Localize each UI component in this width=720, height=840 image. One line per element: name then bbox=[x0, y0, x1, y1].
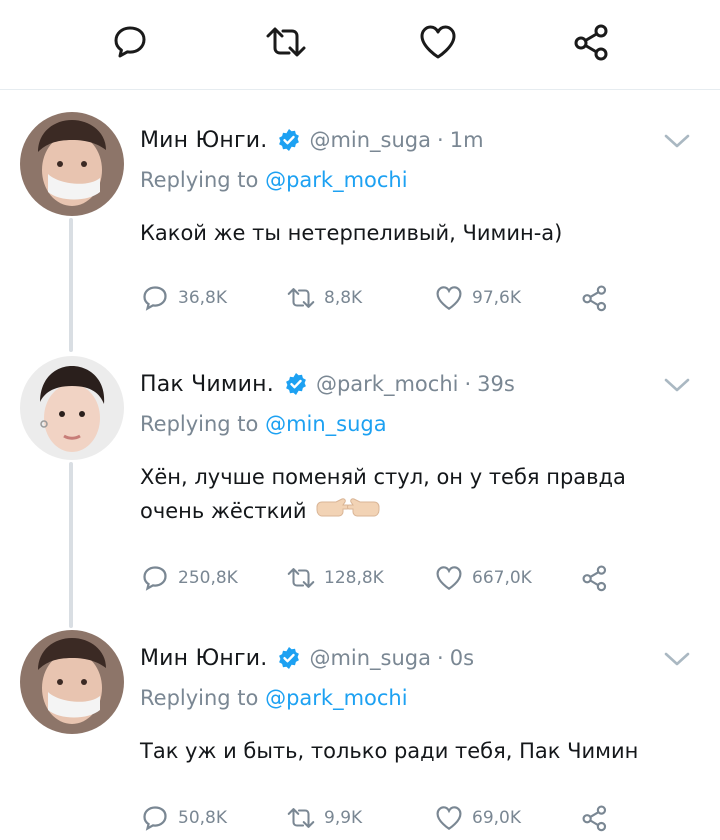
share-icon bbox=[580, 563, 610, 593]
replying-to-link[interactable]: @min_suga bbox=[265, 412, 387, 436]
reply-action[interactable]: 250,8K bbox=[140, 560, 238, 596]
timestamp[interactable]: 0s bbox=[450, 646, 474, 670]
share-icon bbox=[580, 803, 610, 833]
focused-tweet-actions bbox=[0, 0, 720, 90]
tweet-actions: 250,8K 128,8K 667,0K bbox=[140, 560, 640, 596]
retweet-action[interactable]: 128,8K bbox=[286, 560, 384, 596]
replying-to-link[interactable]: @park_mochi bbox=[265, 686, 408, 710]
verified-badge-icon bbox=[277, 128, 301, 152]
retweet-action[interactable]: 9,9K bbox=[286, 800, 362, 836]
reply-count: 50,8K bbox=[178, 808, 227, 828]
separator-dot: · bbox=[437, 646, 444, 670]
retweet-icon bbox=[286, 283, 316, 313]
like-icon bbox=[434, 283, 464, 313]
retweet-count: 128,8K bbox=[324, 568, 384, 588]
display-name[interactable]: Пак Чимин. bbox=[140, 372, 274, 397]
separator-dot: · bbox=[437, 128, 444, 152]
chevron-down-icon[interactable] bbox=[662, 126, 692, 156]
retweet-icon[interactable] bbox=[262, 18, 310, 66]
tweet-text: Так уж и быть, только ради тебя, Пак Чим… bbox=[140, 739, 639, 763]
share-action[interactable] bbox=[580, 280, 618, 316]
handle[interactable]: @min_suga bbox=[309, 128, 431, 152]
timestamp[interactable]: 1m bbox=[450, 128, 484, 152]
share-icon bbox=[580, 283, 610, 313]
reply-count: 250,8K bbox=[178, 568, 238, 588]
replying-to-label: Replying to bbox=[140, 686, 266, 710]
share-icon[interactable] bbox=[568, 18, 616, 66]
share-action[interactable] bbox=[580, 800, 618, 836]
handle[interactable]: @min_suga bbox=[309, 646, 431, 670]
avatar[interactable] bbox=[20, 630, 124, 734]
timestamp[interactable]: 39s bbox=[477, 372, 515, 396]
tweet-actions: 50,8K 9,9K 69,0K bbox=[140, 800, 640, 836]
avatar[interactable] bbox=[20, 112, 124, 216]
tweet-header: Мин Юнги. @min_suga · 0s bbox=[140, 640, 474, 676]
share-action[interactable] bbox=[580, 560, 618, 596]
replying-to-label: Replying to bbox=[140, 168, 266, 192]
handle[interactable]: @park_mochi bbox=[316, 372, 459, 396]
avatar[interactable] bbox=[20, 356, 124, 460]
retweet-icon bbox=[286, 803, 316, 833]
display-name[interactable]: Мин Юнги. bbox=[140, 646, 267, 671]
reply-count: 36,8K bbox=[178, 288, 227, 308]
replying-to-link[interactable]: @park_mochi bbox=[265, 168, 408, 192]
replying-to-label: Replying to bbox=[140, 412, 266, 436]
tweet[interactable]: Мин Юнги. @min_suga · 1m Replying to @pa… bbox=[0, 112, 720, 342]
tweet[interactable]: Мин Юнги. @min_suga · 0s Replying to @pa… bbox=[0, 630, 720, 840]
chevron-down-icon[interactable] bbox=[662, 370, 692, 400]
reply-icon bbox=[140, 803, 170, 833]
tweet-actions: 36,8K 8,8K 97,6K bbox=[140, 280, 640, 316]
like-icon bbox=[434, 803, 464, 833]
like-action[interactable]: 97,6K bbox=[434, 280, 521, 316]
reply-icon bbox=[140, 563, 170, 593]
tweet-text: Хён, лучше поменяй стул, он у тебя правд… bbox=[140, 460, 680, 529]
verified-badge-icon bbox=[284, 372, 308, 396]
separator-dot: · bbox=[464, 372, 472, 396]
replying-to: Replying to @park_mochi bbox=[140, 168, 408, 192]
display-name[interactable]: Мин Юнги. bbox=[140, 128, 267, 153]
tweet-text-content: Хён, лучше поменяй стул, он у тебя правд… bbox=[140, 465, 626, 523]
like-icon bbox=[434, 563, 464, 593]
like-action[interactable]: 667,0K bbox=[434, 560, 532, 596]
pointing-hands-emoji bbox=[315, 495, 381, 529]
chevron-down-icon[interactable] bbox=[662, 644, 692, 674]
tweet[interactable]: Пак Чимин. @park_mochi · 39s Replying to… bbox=[0, 356, 720, 626]
replying-to: Replying to @min_suga bbox=[140, 412, 387, 436]
like-count: 667,0K bbox=[472, 568, 532, 588]
retweet-action[interactable]: 8,8K bbox=[286, 280, 362, 316]
retweet-count: 8,8K bbox=[324, 288, 363, 308]
replying-to: Replying to @park_mochi bbox=[140, 686, 408, 710]
like-action[interactable]: 69,0K bbox=[434, 800, 521, 836]
tweet-text: Какой же ты нетерпеливый, Чимин-а) bbox=[140, 221, 563, 245]
tweet-header: Мин Юнги. @min_suga · 1m bbox=[140, 122, 484, 158]
tweet-header: Пак Чимин. @park_mochi · 39s bbox=[140, 366, 515, 402]
like-count: 69,0K bbox=[472, 808, 521, 828]
reply-action[interactable]: 36,8K bbox=[140, 280, 227, 316]
retweet-count: 9,9K bbox=[324, 808, 363, 828]
reply-icon[interactable] bbox=[106, 18, 154, 66]
verified-badge-icon bbox=[277, 646, 301, 670]
reply-icon bbox=[140, 283, 170, 313]
reply-action[interactable]: 50,8K bbox=[140, 800, 227, 836]
retweet-icon bbox=[286, 563, 316, 593]
like-count: 97,6K bbox=[472, 288, 521, 308]
like-icon[interactable] bbox=[414, 18, 462, 66]
